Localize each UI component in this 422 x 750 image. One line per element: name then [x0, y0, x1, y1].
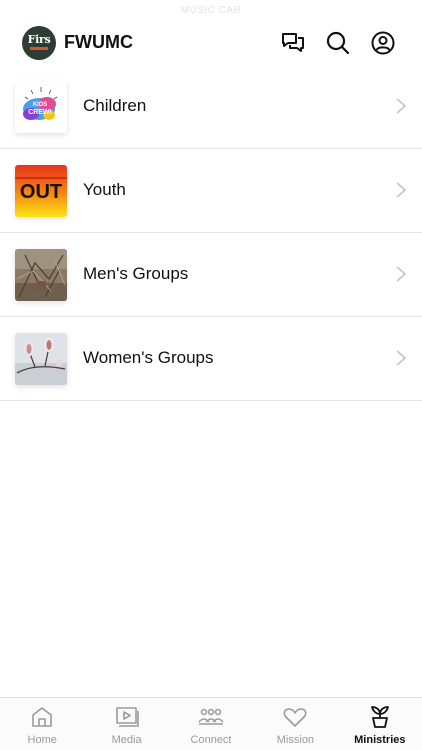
ministry-row-womens-groups[interactable]: Women's Groups	[0, 317, 422, 401]
connect-icon	[198, 705, 224, 729]
ministry-label: Children	[83, 96, 147, 115]
chat-bubbles-icon[interactable]	[280, 30, 306, 56]
tab-label: Mission	[276, 734, 315, 746]
app-header: Firs FWUMC	[0, 26, 422, 62]
logo-stripe	[30, 47, 48, 50]
ministry-row-mens-groups[interactable]: Men's Groups	[0, 233, 422, 317]
ministry-label: Youth	[83, 180, 126, 199]
chevron-right-icon	[394, 264, 408, 284]
status-text: MUSIC CAR	[180, 5, 242, 16]
bottom-tab-bar: Home Media Connect Mission Ministries	[0, 697, 422, 750]
church-logo: Firs	[22, 26, 56, 60]
tab-home[interactable]: Home	[0, 698, 84, 750]
kids-crew-thumbnail: KIDS CREW!	[15, 81, 67, 133]
chevron-right-icon	[394, 180, 408, 200]
search-icon[interactable]	[325, 30, 351, 56]
tab-label: Connect	[190, 734, 232, 746]
kids-crew-text-1: KIDS	[33, 102, 47, 108]
sprout-icon	[367, 705, 393, 729]
chevron-right-icon	[394, 96, 408, 116]
chevron-right-icon	[394, 348, 408, 368]
ministry-row-children[interactable]: KIDS CREW! Children	[0, 65, 422, 149]
app-title: FWUMC	[64, 32, 133, 52]
tab-media[interactable]: Media	[84, 698, 168, 750]
media-icon	[114, 705, 140, 729]
tab-label: Media	[111, 734, 142, 746]
status-bar: MUSIC CAR	[0, 0, 422, 22]
youth-out-thumbnail: OUT	[15, 165, 67, 217]
tab-ministries[interactable]: Ministries	[338, 698, 422, 750]
tab-mission[interactable]: Mission	[253, 698, 337, 750]
tab-connect[interactable]: Connect	[169, 698, 253, 750]
ministries-list: KIDS CREW! Children OUT Youth Men's Grou…	[0, 65, 422, 401]
kids-crew-text-2: CREW!	[28, 109, 52, 116]
ministry-label: Women's Groups	[83, 348, 214, 367]
logo-text: Firs	[27, 33, 51, 46]
ministry-label: Men's Groups	[83, 264, 189, 283]
heart-icon	[282, 705, 308, 729]
mens-groups-thumbnail	[15, 249, 67, 301]
profile-icon[interactable]	[370, 30, 396, 56]
tab-label: Ministries	[354, 734, 406, 746]
youth-out-text: OUT	[20, 181, 62, 203]
womens-groups-thumbnail	[15, 333, 67, 385]
tab-label: Home	[27, 734, 57, 746]
ministry-row-youth[interactable]: OUT Youth	[0, 149, 422, 233]
home-icon	[29, 705, 55, 729]
